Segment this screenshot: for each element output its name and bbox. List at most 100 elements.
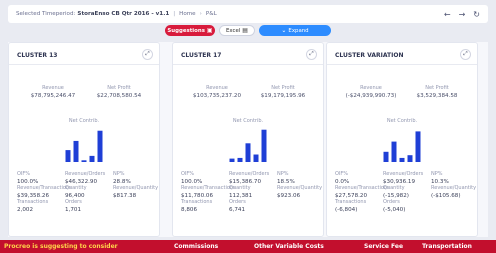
stat-cell: Revenue/Transactions $39,358.26: [17, 185, 72, 199]
breadcrumb-pl[interactable]: P&L: [206, 11, 217, 17]
card-header: CLUSTER 13 ⤢: [9, 43, 159, 65]
banner-item-transportation[interactable]: Transportation: [422, 243, 472, 250]
timeperiod-value[interactable]: StoraEnso CB Qtr 2016 - v1.1: [77, 11, 169, 17]
stat-label: Revenue/Orders: [383, 171, 424, 177]
net-contrib-bar: [391, 141, 397, 162]
net-profit-metric: Net Profit $19,179,195.96: [253, 85, 313, 99]
stat-label: NP%: [277, 171, 289, 177]
revenue-value: $78,795,246.47: [30, 93, 76, 99]
expand-arrows-icon[interactable]: ⤢: [460, 49, 471, 60]
stat-value: (-5,040): [383, 207, 406, 213]
stat-cell: Transactions (-6,804): [335, 199, 366, 213]
suggestions-button[interactable]: Suggestions ▣: [165, 25, 215, 36]
stat-cell: Quantity 96,400: [65, 185, 87, 199]
banner-item-other-variable-costs[interactable]: Other Variable Costs: [254, 243, 364, 250]
stat-value: 6,741: [229, 207, 246, 213]
stat-cell: OIF% 100.0%: [17, 171, 38, 185]
stat-label: Orders: [65, 199, 82, 205]
stat-cell: Revenue/Quantity (-$105.68): [431, 185, 476, 199]
revenue-label: Revenue: [360, 85, 382, 91]
arrow-right-icon[interactable]: →: [459, 10, 466, 19]
card-title: CLUSTER 17: [181, 52, 222, 59]
revenue-value: $103,735,237.20: [192, 93, 242, 99]
net-contrib-bar: [65, 150, 71, 162]
stat-cell: Revenue/Transactions $11,780.06: [181, 185, 236, 199]
stat-cell: Revenue/Transactions $27,578.20: [335, 185, 390, 199]
stat-label: Transactions: [181, 199, 213, 205]
stat-label: NP%: [113, 171, 125, 177]
cluster-card: CLUSTER 17 ⤢ Revenue $103,735,237.20 Net Pro…: [172, 42, 324, 237]
stat-cell: Quantity (-15,982): [383, 185, 409, 199]
top-bar: Selected Timeperiod: StoraEnso CB Qtr 20…: [8, 5, 488, 23]
net-contrib-chart: [383, 131, 421, 162]
net-profit-value: $22,708,580.54: [96, 93, 142, 99]
expand-button[interactable]: ⌄ Expand: [259, 25, 331, 36]
suggestion-banner: Procreo is suggesting to consider Commis…: [0, 240, 496, 253]
net-contrib-bar: [399, 157, 405, 162]
net-contrib-bar: [253, 154, 259, 162]
net-profit-metric: Net Profit $3,529,384.58: [407, 85, 467, 99]
excel-icon: ▤: [242, 27, 248, 34]
chevron-down-icon: ⌄: [281, 27, 287, 34]
stat-value: $817.38: [113, 193, 137, 199]
revenue-value: (-$24,939,990.73): [345, 93, 397, 99]
refresh-icon[interactable]: ↻: [473, 10, 480, 19]
suggestions-label: Suggestions: [167, 27, 205, 34]
arrow-left-icon[interactable]: ←: [444, 10, 451, 19]
revenue-label: Revenue: [206, 85, 228, 91]
cluster-card: CLUSTER 13 ⤢ Revenue $78,795,246.47 Net Prof…: [8, 42, 160, 237]
stat-label: Quantity: [229, 185, 251, 191]
stat-cell: Orders 1,701: [65, 199, 82, 213]
net-contrib-label: Net Contrib.: [68, 118, 100, 124]
stat-label: Revenue/Orders: [229, 171, 270, 177]
stat-label: Quantity: [383, 185, 405, 191]
net-profit-value: $3,529,384.58: [416, 93, 458, 99]
stat-value: 2,002: [17, 207, 34, 213]
net-profit-value: $19,179,195.96: [260, 93, 306, 99]
stat-label: Quantity: [65, 185, 87, 191]
net-contrib-bar: [383, 151, 389, 162]
stat-cell: OIF% 100.0%: [181, 171, 202, 185]
toolbar: Suggestions ▣ Excel ▤ ⌄ Expand: [0, 25, 496, 37]
expand-arrows-icon[interactable]: ⤢: [306, 49, 317, 60]
net-profit-label: Net Profit: [271, 85, 295, 91]
suggestions-icon: ▣: [206, 27, 213, 34]
excel-label: Excel: [226, 27, 241, 34]
card-title: CLUSTER VARIATION: [335, 52, 404, 59]
net-contrib-label: Net Contrib.: [232, 118, 264, 124]
stat-label: OIF%: [17, 171, 31, 177]
net-profit-label: Net Profit: [425, 85, 449, 91]
banner-item-commissions[interactable]: Commissions: [174, 243, 254, 250]
card-header: CLUSTER 17 ⤢: [173, 43, 323, 65]
net-contrib-bar: [245, 143, 251, 162]
banner-item-service-fee[interactable]: Service Fee: [364, 243, 422, 250]
stat-label: Revenue/Quantity: [431, 185, 477, 191]
net-profit-metric: Net Profit $22,708,580.54: [89, 85, 149, 99]
stat-cell: Revenue/Orders $46,322.90: [65, 171, 105, 185]
stat-cell: NP% 28.8%: [113, 171, 131, 185]
stat-cell: Transactions 2,002: [17, 199, 48, 213]
stat-cell: Revenue/Orders $30,936.19: [383, 171, 423, 185]
stat-value: (-6,804): [335, 207, 358, 213]
breadcrumb-home[interactable]: Home: [179, 11, 196, 17]
banner-lead: Procreo is suggesting to consider: [4, 243, 118, 250]
net-profit-label: Net Profit: [107, 85, 131, 91]
expand-arrows-icon[interactable]: ⤢: [142, 49, 153, 60]
net-contrib-label: Net Contrib.: [386, 118, 418, 124]
expand-label: Expand: [288, 27, 309, 34]
excel-button[interactable]: Excel ▤: [219, 25, 255, 36]
stat-cell: Orders (-5,040): [383, 199, 405, 213]
revenue-label: Revenue: [42, 85, 64, 91]
cluster-panel: CLUSTER 13 ⤢ Revenue $78,795,246.47 Net Prof…: [8, 42, 488, 237]
stat-cell: Revenue/Quantity $923.06: [277, 185, 322, 199]
timeperiod-label: Selected Timeperiod:: [16, 11, 76, 17]
net-contrib-chart: [65, 130, 103, 162]
stat-label: Revenue/Transactions: [181, 185, 236, 191]
stat-label: Revenue/Quantity: [277, 185, 323, 191]
stat-label: Transactions: [335, 199, 367, 205]
net-contrib-bar: [97, 130, 103, 162]
stat-cell: Revenue/Quantity $817.38: [113, 185, 158, 199]
stat-label: Revenue/Orders: [65, 171, 106, 177]
stat-cell: NP% 18.5%: [277, 171, 295, 185]
stat-value: $923.06: [277, 193, 301, 199]
